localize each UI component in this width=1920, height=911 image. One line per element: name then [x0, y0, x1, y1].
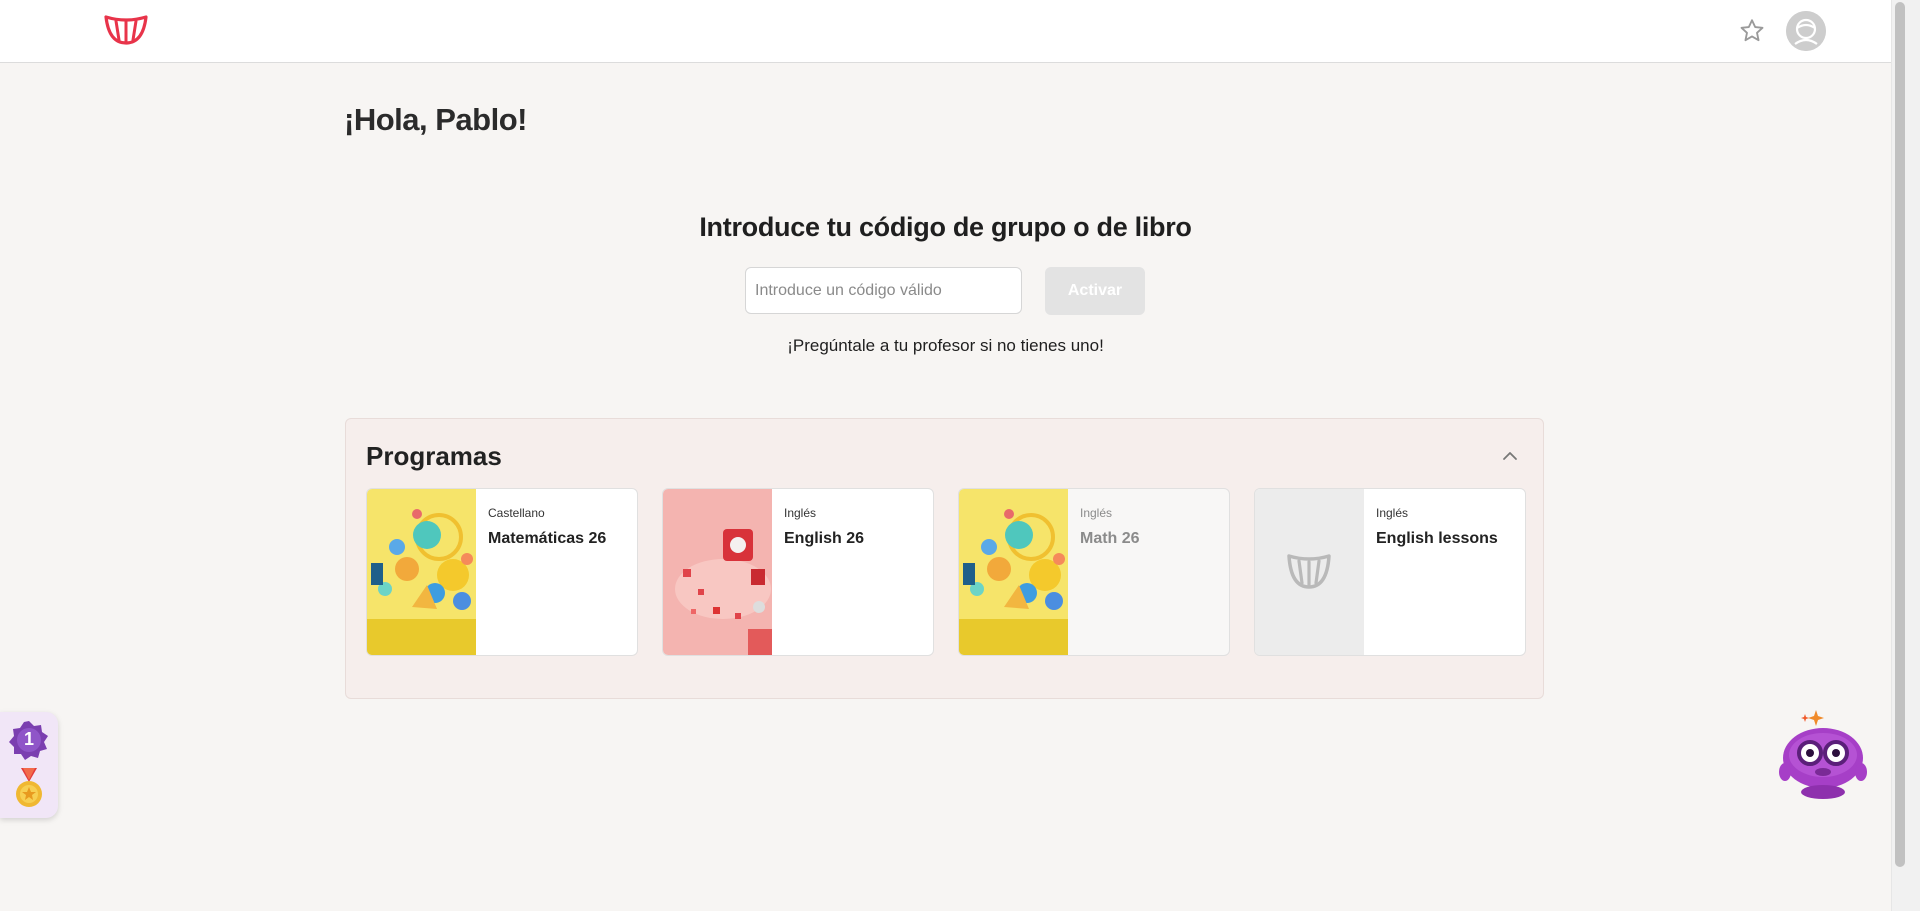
activate-button[interactable]: Activar [1045, 267, 1145, 315]
math-3d-shapes-image [367, 489, 476, 655]
chevron-up-icon[interactable] [1501, 447, 1519, 465]
robot-assistant-icon[interactable] [1775, 708, 1870, 800]
user-avatar-icon[interactable] [1786, 11, 1826, 51]
code-hint-text: ¡Pregúntale a tu profesor si no tienes u… [787, 336, 1104, 355]
achievements-widget[interactable]: 1 [0, 712, 58, 818]
english-pink-letters-image [663, 489, 772, 655]
program-card-math-26[interactable]: Inglés Math 26 [958, 488, 1230, 656]
card-subject: Inglés [1080, 506, 1113, 520]
page-scrollbar-thumb[interactable] [1895, 2, 1905, 867]
card-title: Math 26 [1080, 530, 1140, 547]
code-section-title: Introduce tu código de grupo o de libro [699, 212, 1192, 242]
programs-panel: Programas Castellano Matemáticas 26 Ingl… [345, 418, 1544, 699]
code-input[interactable] [745, 267, 1022, 314]
card-title: English lessons [1376, 530, 1498, 547]
programs-title: Programas [366, 441, 502, 471]
star-icon[interactable] [1738, 17, 1766, 45]
medal-icon [13, 768, 45, 810]
card-title: English 26 [784, 530, 865, 547]
smile-logo-icon[interactable] [103, 12, 149, 48]
card-subject: Inglés [1376, 506, 1409, 520]
math-3d-shapes-image [959, 489, 1068, 655]
card-title: Matemáticas 26 [488, 530, 607, 547]
level-badge-icon: 1 [9, 720, 49, 760]
top-bar [0, 0, 1891, 63]
greeting-heading: ¡Hola, Pablo! [344, 102, 527, 137]
program-card-english-26[interactable]: Inglés English 26 [662, 488, 934, 656]
program-card-english-lessons[interactable]: Inglés English lessons [1254, 488, 1526, 656]
program-card-matematicas-26[interactable]: Castellano Matemáticas 26 [366, 488, 638, 656]
level-badge-number: 1 [23, 729, 34, 749]
placeholder-logo-icon [1255, 489, 1364, 655]
card-subject: Castellano [488, 506, 545, 520]
card-subject: Inglés [784, 506, 817, 520]
